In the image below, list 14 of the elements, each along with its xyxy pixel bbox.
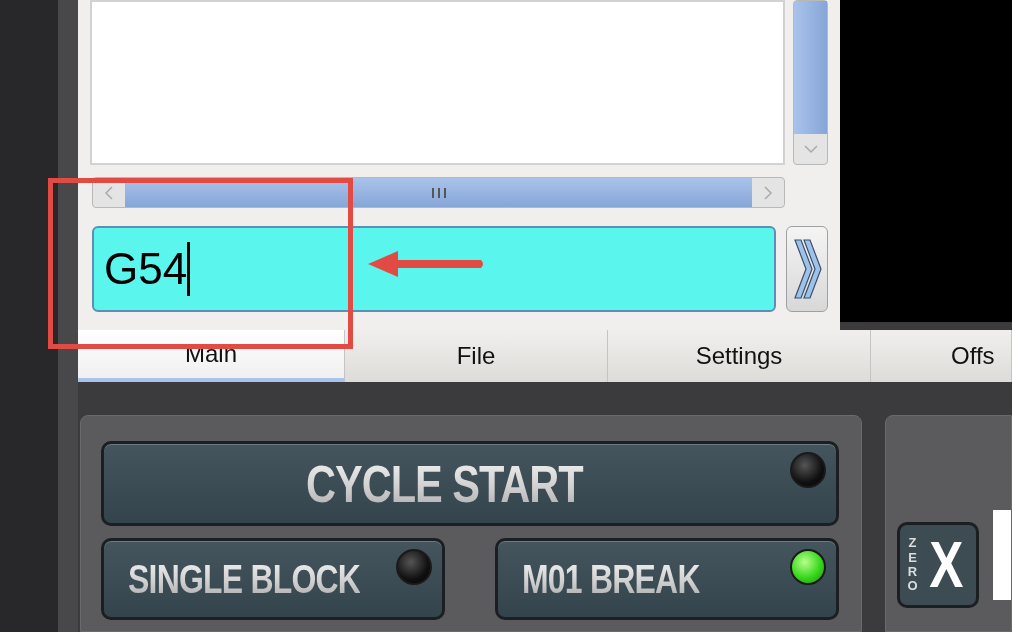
axis-position-field[interactable] [993, 510, 1011, 600]
vertical-scrollbar[interactable] [793, 0, 828, 165]
tab[interactable]: Offs [871, 330, 1012, 382]
arrow-icon [368, 250, 486, 278]
tab[interactable]: File [345, 330, 608, 382]
input-field[interactable]: G54 [92, 226, 776, 312]
text-cursor [187, 242, 191, 296]
grip-icon [431, 187, 446, 198]
tab[interactable]: Settings [608, 330, 871, 382]
machine-button[interactable]: SINGLE BLOCK [101, 538, 445, 620]
machine-button[interactable]: CYCLE START [101, 441, 839, 526]
submit-button[interactable] [786, 226, 828, 312]
machine-button[interactable]: M01 BREAK [495, 538, 839, 620]
horizontal-scrollbar[interactable] [92, 177, 785, 208]
